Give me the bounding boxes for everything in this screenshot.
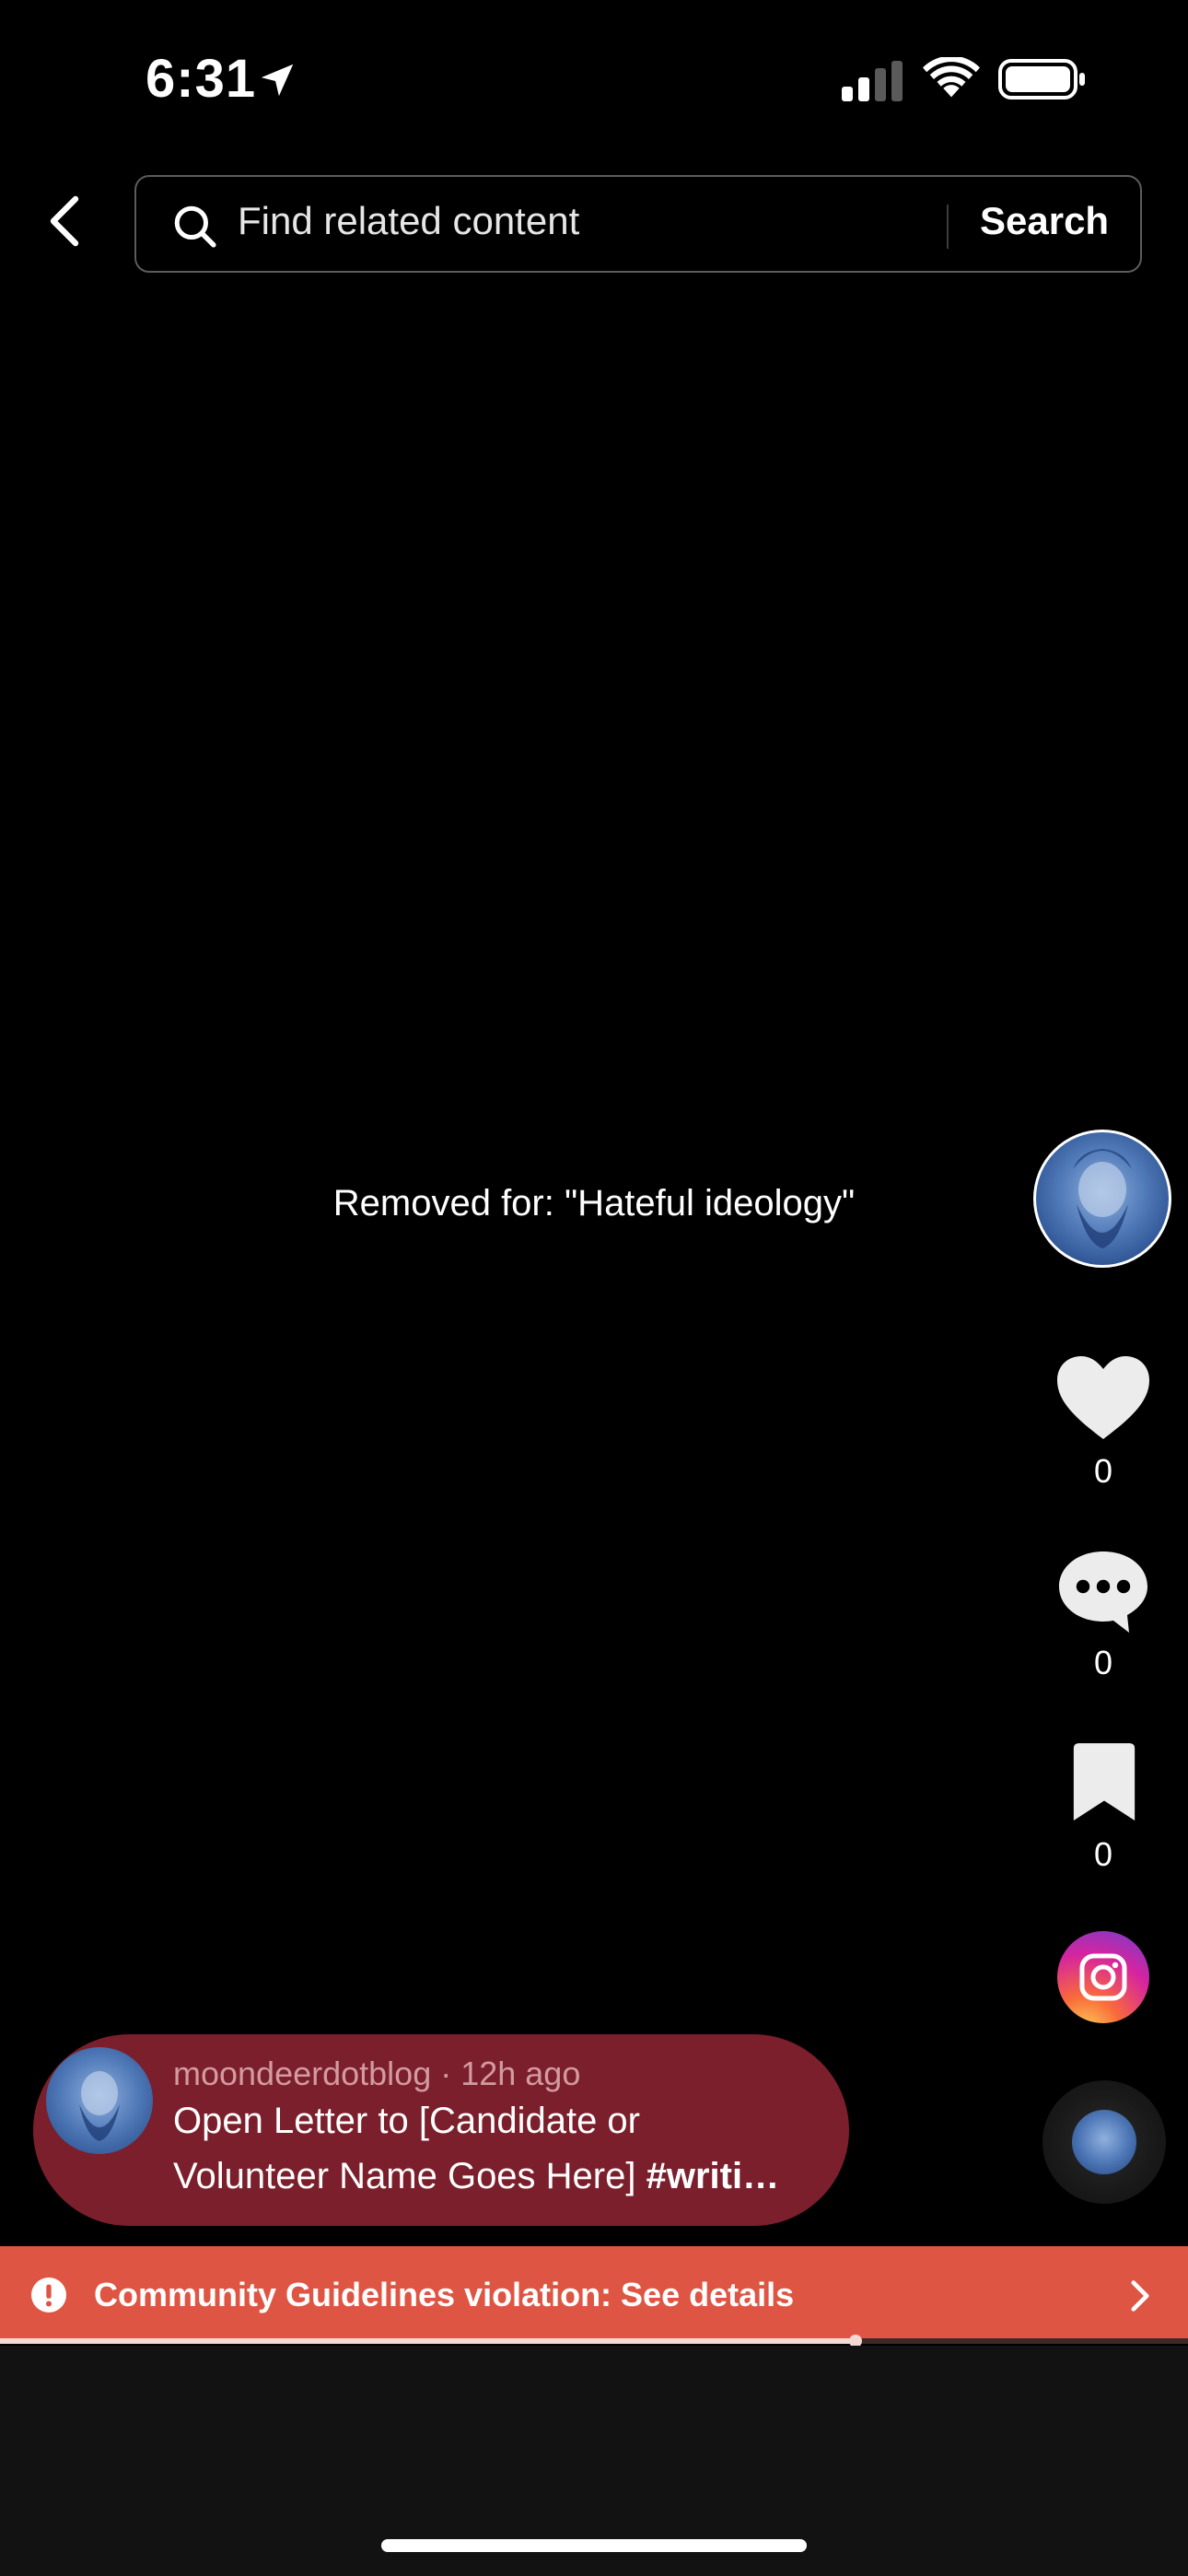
location-arrow-icon (261, 64, 294, 97)
search-icon (174, 205, 216, 248)
search-button[interactable]: Search (980, 199, 1109, 243)
alert-icon (31, 2277, 66, 2313)
avatar-face-icon (79, 2071, 120, 2141)
battery-icon (998, 59, 1085, 100)
instagram-icon (1079, 1953, 1127, 2001)
bookmark-count: 0 (1093, 1835, 1113, 1873)
caption-author-time[interactable]: moondeerdotblog · 12h ago (173, 2055, 580, 2093)
heart-icon[interactable] (1055, 1354, 1151, 1443)
back-button[interactable] (37, 192, 96, 251)
status-time: 6:31 (146, 49, 257, 109)
removed-message: Removed for: "Hateful ideology" (332, 1183, 856, 1224)
home-indicator[interactable] (381, 2539, 807, 2552)
creator-avatar[interactable] (1033, 1130, 1171, 1268)
caption-text-line2: Volunteer Name Goes Here] #writi… (173, 2156, 779, 2197)
caption-text-line1: Open Letter to [Candidate or (173, 2101, 640, 2141)
violation-text[interactable]: Community Guidelines violation: See deta… (94, 2276, 794, 2314)
chevron-right-icon[interactable] (1125, 2279, 1155, 2313)
avatar-face-icon (1073, 1149, 1132, 1248)
wifi-icon (923, 57, 980, 98)
music-disc-cover (1072, 2110, 1136, 2174)
instagram-share-button[interactable] (1057, 1931, 1149, 2023)
comment-icon[interactable] (1055, 1548, 1151, 1636)
cellular-signal-icon (842, 61, 903, 101)
caption-avatar[interactable] (46, 2047, 153, 2154)
comment-count: 0 (1093, 1644, 1113, 1681)
like-count: 0 (1093, 1452, 1113, 1490)
search-divider (947, 205, 949, 249)
caption-hashtag[interactable]: #writi… (646, 2156, 779, 2196)
caption-text-line2-body: Volunteer Name Goes Here] (173, 2156, 646, 2196)
search-placeholder[interactable]: Find related content (238, 199, 579, 243)
bookmark-icon[interactable] (1068, 1741, 1140, 1824)
playback-progress-fill (0, 2338, 856, 2344)
